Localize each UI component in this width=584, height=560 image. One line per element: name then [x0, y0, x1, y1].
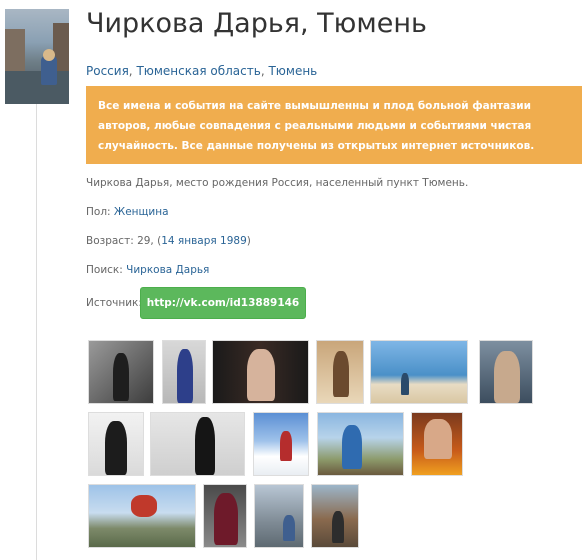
gallery-photo[interactable] — [88, 484, 196, 548]
gallery-photo[interactable] — [203, 484, 247, 548]
profile-avatar[interactable] — [5, 9, 69, 104]
gallery-photo[interactable] — [411, 412, 463, 476]
timeline-line — [36, 104, 37, 560]
search-row: Поиск: Чиркова Дарья — [86, 264, 210, 276]
location-city-link[interactable]: Тюмень — [268, 64, 317, 78]
gallery-photo[interactable] — [370, 340, 468, 404]
location-country-link[interactable]: Россия — [86, 64, 129, 78]
gallery-photo[interactable] — [254, 484, 304, 548]
source-button[interactable]: http://vk.com/id13889146 — [140, 287, 306, 319]
gallery-photo[interactable] — [150, 412, 245, 476]
search-link[interactable]: Чиркова Дарья — [126, 264, 209, 276]
gallery-photo[interactable] — [253, 412, 309, 476]
birthdate-link[interactable]: 14 января 1989 — [161, 235, 247, 247]
gender-row: Пол: Женщина — [86, 206, 169, 218]
gallery-photo[interactable] — [212, 340, 309, 404]
location-region-link[interactable]: Тюменская область — [136, 64, 260, 78]
gallery-photo[interactable] — [88, 412, 144, 476]
breadcrumb-location: Россия, Тюменская область, Тюмень — [86, 64, 318, 78]
disclaimer-notice: Все имена и события на сайте вымышленны … — [86, 86, 582, 164]
age-row: Возраст: 29, (14 января 1989) — [86, 235, 251, 247]
birth-info: Чиркова Дарья, место рождения Россия, на… — [86, 177, 469, 189]
page-title: Чиркова Дарья, Тюмень — [86, 8, 427, 39]
gallery-photo[interactable] — [311, 484, 359, 548]
gender-link[interactable]: Женщина — [114, 206, 169, 218]
gallery-photo[interactable] — [88, 340, 154, 404]
gallery-photo[interactable] — [479, 340, 533, 404]
gallery-photo[interactable] — [316, 340, 364, 404]
gallery-photo[interactable] — [162, 340, 206, 404]
gallery-photo[interactable] — [317, 412, 404, 476]
source-label: Источник: — [86, 297, 142, 309]
